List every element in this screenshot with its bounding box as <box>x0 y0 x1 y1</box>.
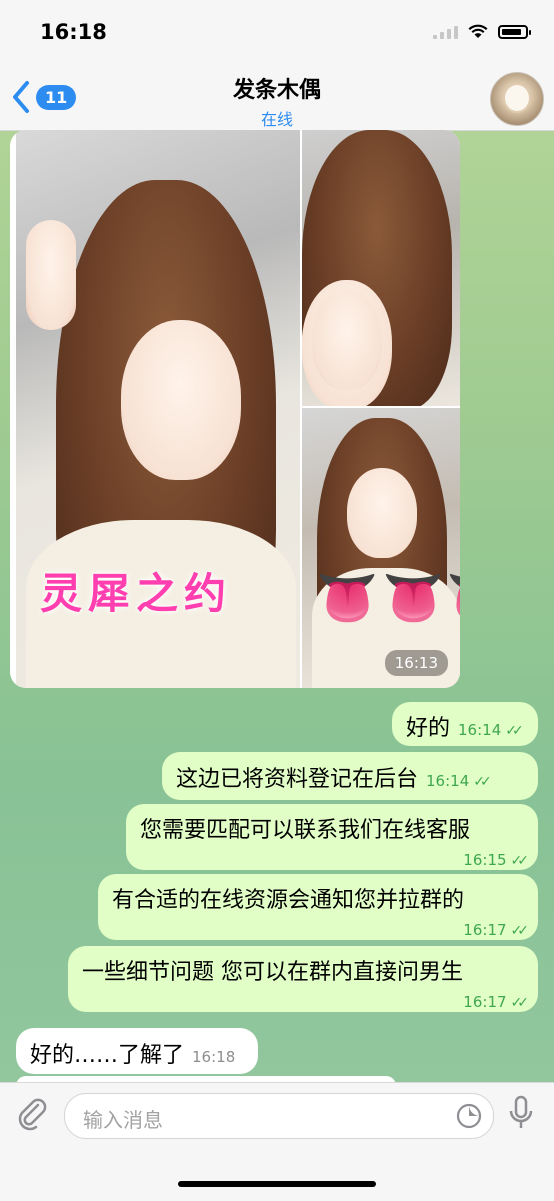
message-time: 16:14 ✓✓ <box>458 721 524 739</box>
message-text: 您需要匹配可以联系我们在线客服 <box>140 818 471 843</box>
message-bubble-outgoing[interactable]: 一些细节问题 您可以在群内直接问男生 16:17 ✓✓ <box>68 946 538 1012</box>
message-time: 16:14 ✓✓ <box>426 772 492 790</box>
album-photo-3[interactable]: 16:13 <box>302 408 460 688</box>
album-timestamp: 16:13 <box>384 650 448 676</box>
message-time: 16:15 ✓✓ <box>463 851 530 869</box>
tongue-emoji-icon: 👅 <box>446 570 460 626</box>
microphone-icon[interactable] <box>506 1095 536 1131</box>
chat-status: 在线 <box>260 110 293 129</box>
message-input-placeholder: 输入消息 <box>83 1108 163 1132</box>
message-text: 好的 <box>406 716 451 741</box>
composer-bar: 输入消息 <box>0 1082 554 1201</box>
message-bubble-outgoing[interactable]: 您需要匹配可以联系我们在线客服 16:15 ✓✓ <box>126 804 538 870</box>
chat-title-group[interactable]: 发条木偶 在线 <box>0 72 554 130</box>
status-bar: 16:18 <box>0 0 554 66</box>
chat-title: 发条木偶 <box>232 78 321 103</box>
message-input[interactable]: 输入消息 <box>64 1093 494 1139</box>
photo-album-message[interactable]: 16:13 灵犀之约 👅 👅 👅 <box>10 130 460 688</box>
wifi-icon <box>468 24 488 38</box>
message-time: 16:17 ✓✓ <box>463 921 530 939</box>
message-bubble-incoming[interactable]: 好的……了解了 16:18 <box>16 1028 258 1074</box>
message-text: 一些细节问题 您可以在群内直接问男生 <box>82 960 463 985</box>
tongue-emoji-icon: 👅 <box>316 569 379 627</box>
contact-avatar[interactable] <box>490 72 544 126</box>
message-time: 16:17 ✓✓ <box>463 993 530 1011</box>
double-check-icon: ✓✓ <box>510 923 530 939</box>
paperclip-icon[interactable] <box>14 1095 50 1131</box>
message-text: 这边已将资料登记在后台 <box>176 767 419 792</box>
status-icons <box>433 24 531 39</box>
album-overlay-text: 灵犀之约 <box>40 569 233 618</box>
double-check-icon: ✓✓ <box>505 723 524 739</box>
message-bubble-outgoing[interactable]: 有合适的在线资源会通知您并拉群的 16:17 ✓✓ <box>98 874 538 940</box>
signal-icon <box>433 25 458 39</box>
double-check-icon: ✓✓ <box>510 995 530 1011</box>
message-bubble-outgoing[interactable]: 这边已将资料登记在后台 16:14 ✓✓ <box>162 752 538 800</box>
message-bubble-outgoing[interactable]: 好的 16:14 ✓✓ <box>392 702 538 746</box>
battery-icon <box>498 24 531 39</box>
home-indicator <box>178 1181 376 1187</box>
chat-header: 11 发条木偶 在线 <box>0 66 554 131</box>
message-time: 16:18 <box>192 1048 236 1066</box>
tongue-emoji-icon: 👅 <box>382 569 445 627</box>
message-text: 好的……了解了 <box>30 1043 185 1068</box>
double-check-icon: ✓✓ <box>473 774 492 790</box>
message-text: 有合适的在线资源会通知您并拉群的 <box>112 888 465 913</box>
status-time: 16:18 <box>40 20 107 44</box>
sticker-icon[interactable] <box>455 1102 483 1130</box>
album-photo-2[interactable] <box>302 130 460 406</box>
double-check-icon: ✓✓ <box>510 853 530 869</box>
